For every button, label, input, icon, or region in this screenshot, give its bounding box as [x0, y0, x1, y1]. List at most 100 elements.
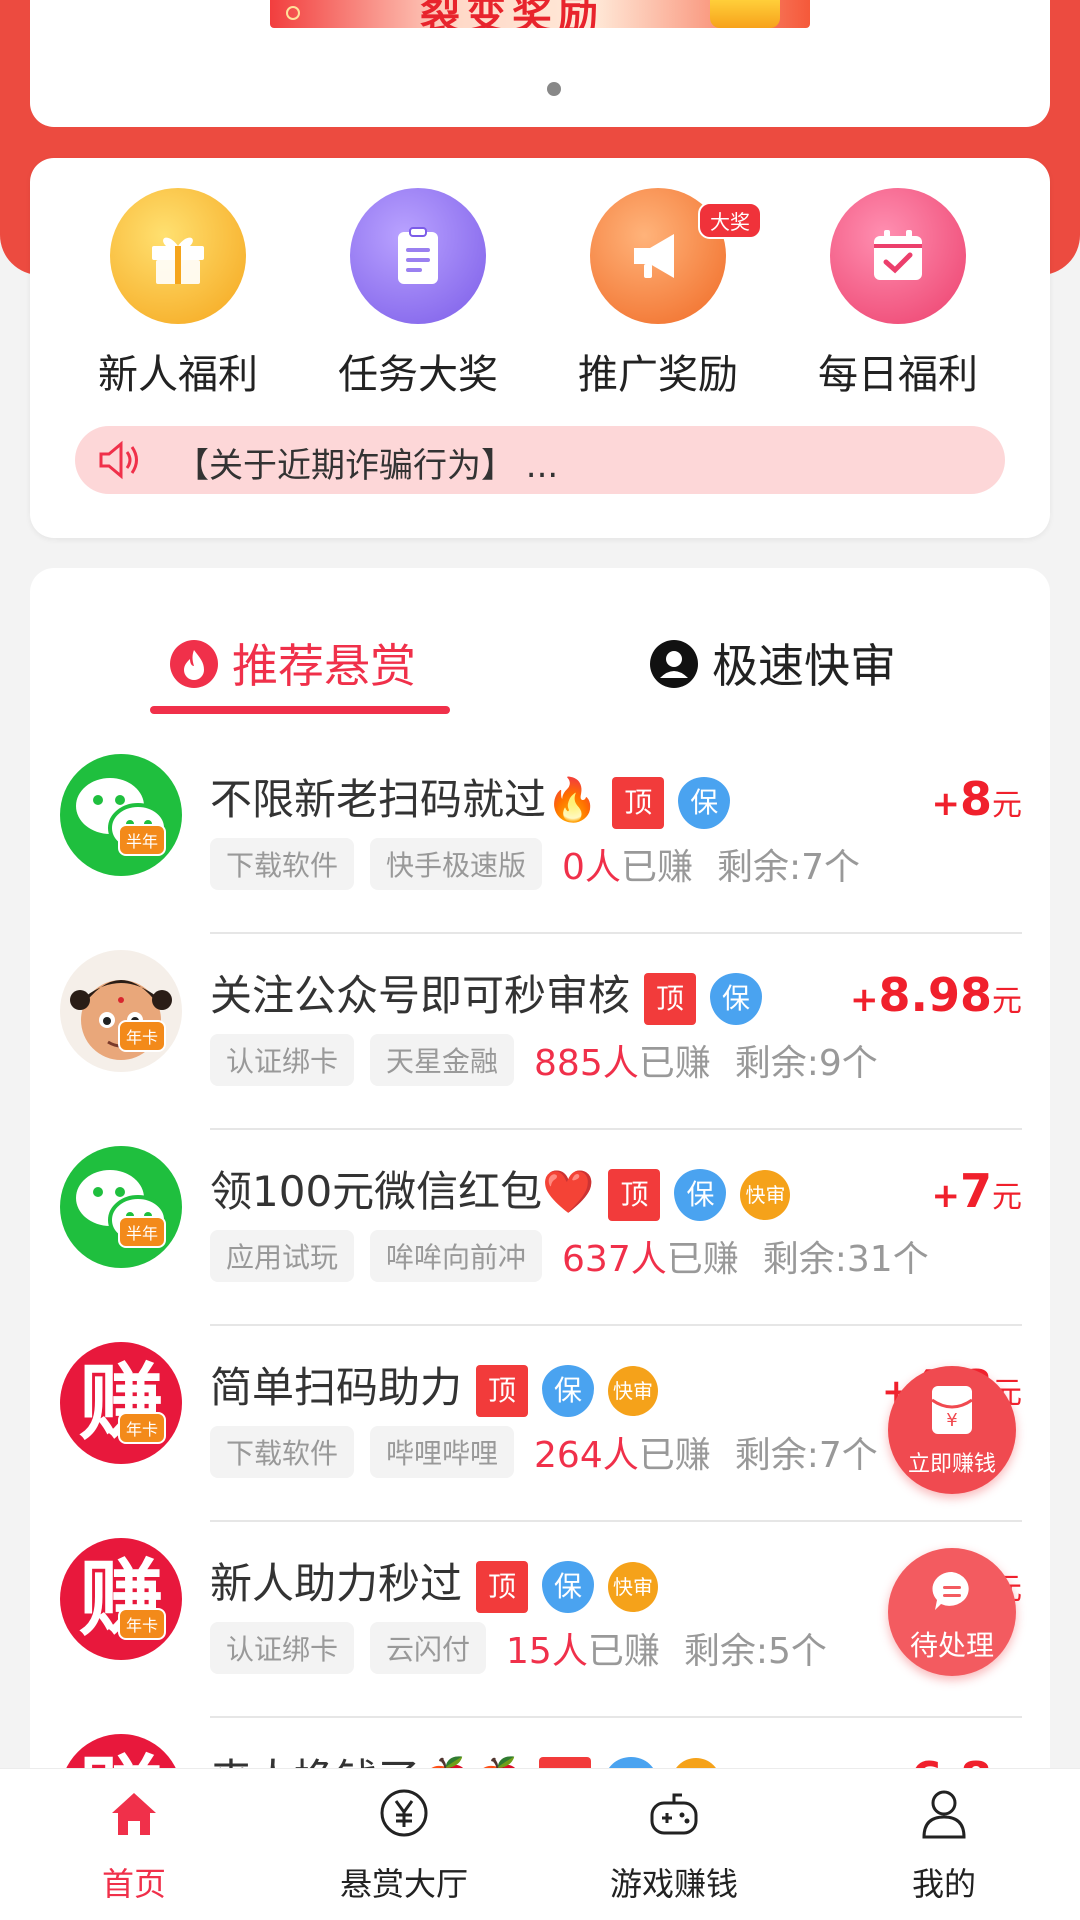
earned-count: 637人已赚 — [562, 1239, 739, 1280]
avatar-badge: 年卡 — [118, 1020, 167, 1052]
notice-text: 【关于近期诈骗行为】 ... — [175, 446, 559, 486]
megaphone-icon: 大奖 — [590, 188, 762, 324]
red-envelope-icon: ¥ — [931, 1386, 973, 1434]
tab-label: 推荐悬赏 — [232, 639, 416, 693]
notice-bar[interactable]: 【关于近期诈骗行为】 ... — [75, 426, 1005, 494]
earn-now-label: 立即赚钱 — [907, 1452, 996, 1477]
top-flag-icon: 顶 — [476, 1560, 529, 1613]
nav-reward-hall[interactable]: 悬赏大厅 — [304, 1785, 504, 1905]
nav-label: 悬赏大厅 — [339, 1865, 468, 1903]
menu-item-task-prize[interactable]: 任务大奖 — [318, 188, 518, 398]
pending-button[interactable]: 待处理 — [888, 1548, 1016, 1676]
top-flag-icon: 顶 — [476, 1364, 529, 1417]
top-flag-icon: 顶 — [612, 776, 665, 829]
fast-review-icon: 快审 — [740, 1169, 791, 1220]
carousel-indicator — [547, 82, 561, 96]
task-meta: 认证绑卡 云闪付 15人已赚 剩余:5个 — [210, 1622, 827, 1674]
prize-badge: 大奖 — [698, 202, 762, 239]
remaining-count: 剩余:7个 — [734, 1435, 878, 1476]
quick-menu-card: 新人福利 任务大奖 大奖 推广奖励 每日福利 【关于近期诈骗行为】 ... — [30, 158, 1050, 538]
wechat-avatar — [60, 754, 182, 876]
earned-count: 15人已赚 — [506, 1631, 660, 1672]
gift-icon — [110, 188, 246, 324]
nav-label: 首页 — [101, 1865, 166, 1903]
task-tag: 云闪付 — [370, 1622, 487, 1674]
earn-logo-avatar: 赚 — [60, 1538, 182, 1660]
earn-now-button[interactable]: ¥ 立即赚钱 — [888, 1366, 1016, 1494]
yen-coin-icon — [380, 1789, 428, 1837]
task-meta: 下载软件 快手极速版 0人已赚 剩余:7个 — [210, 838, 860, 890]
bottom-navigation: 首页 悬赏大厅 游戏赚钱 我的 — [0, 1768, 1080, 1920]
active-tab-indicator — [150, 706, 450, 714]
banner-title: 裂变奖励 — [420, 0, 604, 28]
avatar-badge: 年卡 — [118, 1608, 167, 1640]
guarantee-shield-icon: 保 — [542, 1560, 595, 1613]
remaining-count: 剩余:7个 — [716, 847, 860, 888]
menu-label: 任务大奖 — [338, 352, 498, 398]
earned-count: 264人已赚 — [534, 1435, 711, 1476]
speaker-icon — [99, 440, 138, 480]
wechat-avatar — [60, 1146, 182, 1268]
remaining-count: 剩余:31个 — [762, 1239, 929, 1280]
banner-image[interactable]: 裂变奖励 — [270, 0, 810, 28]
avatar-badge: 年卡 — [118, 1412, 167, 1444]
earned-count: 885人已赚 — [534, 1043, 711, 1084]
guarantee-shield-icon: 保 — [678, 776, 731, 829]
reward-price: +8.98元 — [850, 968, 1022, 1022]
nav-label: 游戏赚钱 — [609, 1865, 738, 1903]
nav-home[interactable]: 首页 — [34, 1785, 234, 1905]
task-tag: 快手极速版 — [370, 838, 543, 890]
task-row[interactable]: 半年 领100元微信红包❤️ 顶保快审 应用试玩 哞哞向前冲 637人已赚 剩余:31个… — [30, 1130, 1050, 1326]
calendar-check-icon — [830, 188, 966, 324]
nav-game-earn[interactable]: 游戏赚钱 — [574, 1785, 774, 1905]
task-title: 关注公众号即可秒审核顶保 — [210, 962, 763, 1025]
remaining-count: 剩余:9个 — [734, 1043, 878, 1084]
task-tag: 认证绑卡 — [210, 1034, 355, 1086]
avatar-badge: 半年 — [118, 1216, 167, 1248]
task-title: 新人助力秒过顶保快审 — [210, 1550, 659, 1613]
task-row[interactable]: 半年 不限新老扫码就过🔥 顶保 下载软件 快手极速版 0人已赚 剩余:7个 +8元 — [30, 738, 1050, 934]
nav-label: 我的 — [911, 1865, 976, 1903]
tab-fast-review[interactable]: 极速快审 — [650, 630, 896, 696]
app-screen: 裂变奖励 新人福利 任务大奖 大奖 推广奖励 每日福利 【关于近期诈骗行为】 .… — [0, 0, 1080, 1920]
menu-label: 新人福利 — [98, 352, 258, 398]
flame-icon — [170, 640, 218, 688]
clipboard-icon — [350, 188, 486, 324]
menu-label: 推广奖励 — [578, 352, 738, 398]
guarantee-shield-icon: 保 — [674, 1168, 727, 1221]
user-icon — [922, 1790, 966, 1839]
menu-item-promotion-reward[interactable]: 大奖 推广奖励 — [558, 188, 762, 398]
task-title: 领100元微信红包❤️ 顶保快审 — [210, 1158, 791, 1221]
task-title: 不限新老扫码就过🔥 顶保 — [210, 766, 731, 829]
fast-review-icon: 快审 — [608, 1365, 659, 1416]
tab-recommended-rewards[interactable]: 推荐悬赏 — [170, 630, 416, 696]
task-tag: 下载软件 — [210, 838, 355, 890]
fast-review-icon: 快审 — [608, 1561, 659, 1612]
earned-count: 0人已赚 — [562, 847, 693, 888]
task-tag: 天星金融 — [370, 1034, 515, 1086]
nav-mine[interactable]: 我的 — [844, 1785, 1044, 1905]
top-flag-icon: 顶 — [644, 972, 697, 1025]
avatar-badge: 半年 — [118, 824, 167, 856]
guarantee-shield-icon: 保 — [710, 972, 763, 1025]
cartoon-kid-avatar — [60, 950, 182, 1072]
menu-item-newbie-welfare[interactable]: 新人福利 — [78, 188, 278, 398]
menu-item-daily-welfare[interactable]: 每日福利 — [798, 188, 998, 398]
reward-price: +8元 — [931, 772, 1022, 826]
home-icon — [112, 1793, 156, 1835]
task-tag: 应用试玩 — [210, 1230, 355, 1282]
coin-ring-icon — [286, 6, 300, 20]
top-flag-icon: 顶 — [608, 1168, 661, 1221]
banner-carousel[interactable]: 裂变奖励 — [30, 0, 1050, 127]
svg-text:¥: ¥ — [946, 1410, 957, 1431]
task-row[interactable]: 年卡 关注公众号即可秒审核顶保 认证绑卡 天星金融 885人已赚 剩余:9个 +8.9… — [30, 934, 1050, 1130]
task-tag: 下载软件 — [210, 1426, 355, 1478]
task-meta: 应用试玩 哞哞向前冲 637人已赚 剩余:31个 — [210, 1230, 929, 1282]
chat-bubble-icon — [932, 1571, 969, 1610]
task-meta: 认证绑卡 天星金融 885人已赚 剩余:9个 — [210, 1034, 878, 1086]
guarantee-shield-icon: 保 — [542, 1364, 595, 1417]
task-title: 简单扫码助力顶保快审 — [210, 1354, 659, 1417]
menu-label: 每日福利 — [818, 352, 978, 398]
gamepad-icon — [650, 1793, 698, 1835]
remaining-count: 剩余:5个 — [683, 1631, 827, 1672]
